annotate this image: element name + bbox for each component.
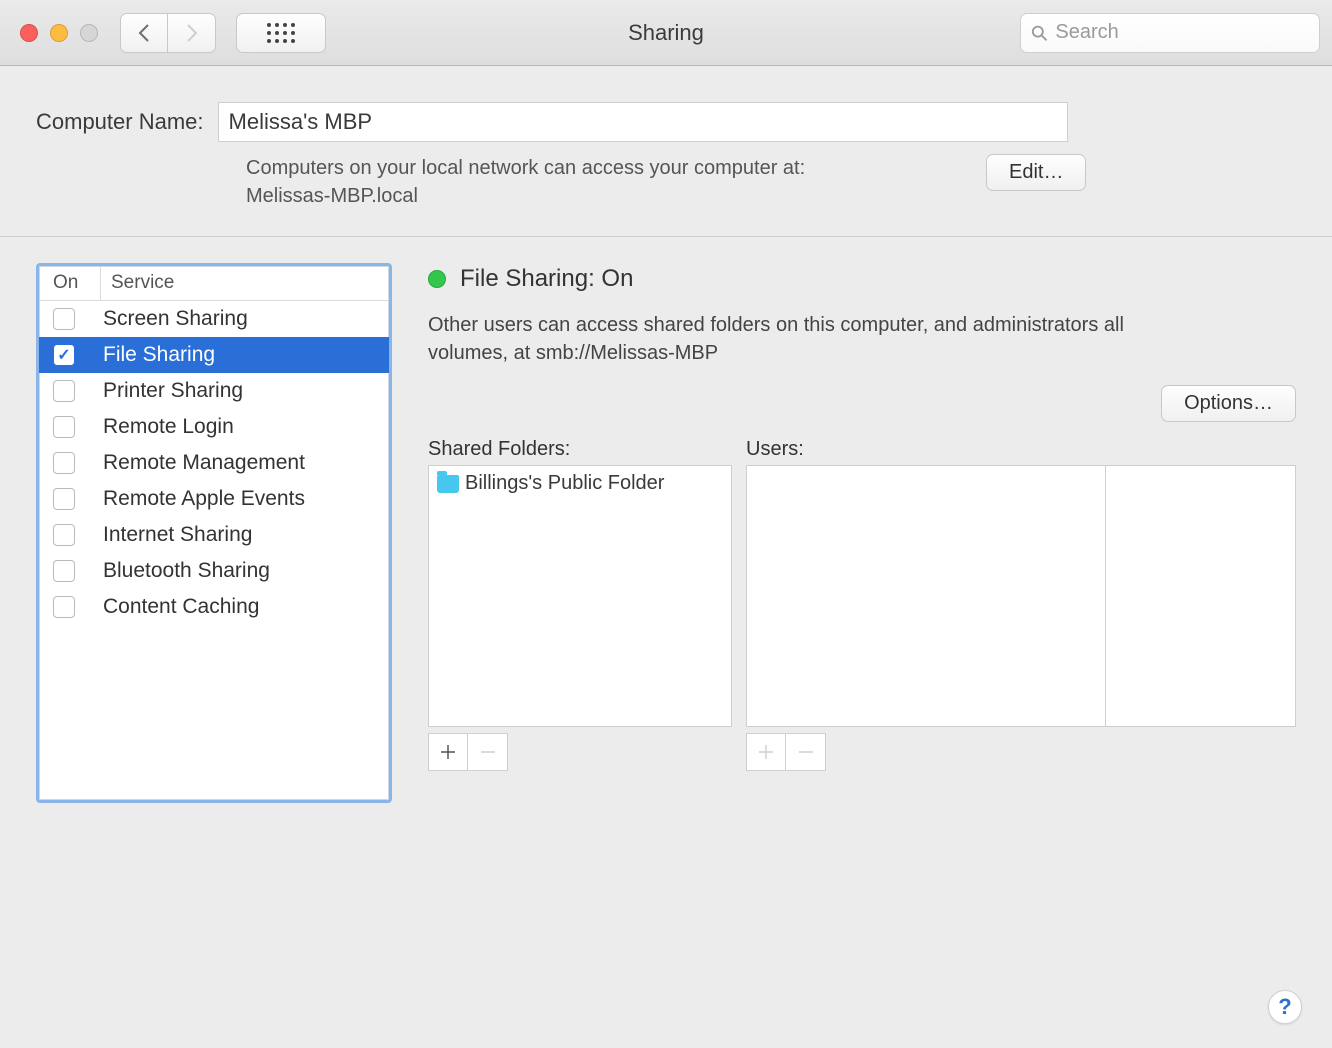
service-label: Screen Sharing <box>103 307 248 331</box>
service-row[interactable]: File Sharing <box>39 337 389 373</box>
chevron-right-icon <box>185 23 199 43</box>
service-label: Remote Management <box>103 451 305 475</box>
service-checkbox[interactable] <box>53 596 75 618</box>
shared-folders-section: Shared Folders: Billings's Public Folder <box>428 438 732 771</box>
add-shared-folder-button[interactable] <box>428 733 468 771</box>
users-section: Users: <box>746 438 1296 771</box>
remove-user-button[interactable] <box>786 733 826 771</box>
shared-folder-name: Billings's Public Folder <box>465 472 664 495</box>
search-icon <box>1031 24 1047 42</box>
service-label: Remote Apple Events <box>103 487 305 511</box>
service-checkbox[interactable] <box>53 344 75 366</box>
computer-name-pane: Computer Name: Computers on your local n… <box>0 66 1332 237</box>
minus-icon <box>797 743 815 761</box>
services-header: On Service <box>39 266 389 301</box>
service-row[interactable]: Printer Sharing <box>39 373 389 409</box>
service-checkbox[interactable] <box>53 380 75 402</box>
status-row: File Sharing: On <box>428 265 1296 293</box>
window-title: Sharing <box>628 20 704 46</box>
window-controls <box>20 24 98 42</box>
service-checkbox[interactable] <box>53 560 75 582</box>
services-list[interactable]: On Service Screen Sharing File Sharing Pri… <box>36 263 392 803</box>
computer-name-input[interactable] <box>218 102 1068 142</box>
help-button[interactable]: ? <box>1268 990 1302 1024</box>
service-checkbox[interactable] <box>53 488 75 510</box>
computer-name-description: Computers on your local network can acce… <box>246 154 966 210</box>
minus-icon <box>479 743 497 761</box>
chevron-left-icon <box>137 23 151 43</box>
computer-name-label: Computer Name: <box>36 109 204 135</box>
grid-icon <box>267 23 295 43</box>
plus-icon <box>757 743 775 761</box>
computer-name-desc-line1: Computers on your local network can acce… <box>246 157 805 179</box>
options-button[interactable]: Options… <box>1161 385 1296 422</box>
services-header-on: On <box>39 266 101 300</box>
show-all-prefs-button[interactable] <box>236 13 326 53</box>
service-checkbox[interactable] <box>53 416 75 438</box>
toolbar: Sharing <box>0 0 1332 66</box>
edit-hostname-button[interactable]: Edit… <box>986 154 1086 191</box>
service-detail: File Sharing: On Other users can access … <box>428 263 1296 771</box>
add-user-button[interactable] <box>746 733 786 771</box>
nav-buttons <box>120 13 216 53</box>
zoom-window-button[interactable] <box>80 24 98 42</box>
forward-button[interactable] <box>168 13 216 53</box>
service-row[interactable]: Bluetooth Sharing <box>39 553 389 589</box>
shared-folders-label: Shared Folders: <box>428 438 732 461</box>
service-row[interactable]: Screen Sharing <box>39 301 389 337</box>
service-label: Printer Sharing <box>103 379 243 403</box>
service-checkbox[interactable] <box>53 524 75 546</box>
service-label: Content Caching <box>103 595 259 619</box>
search-input[interactable] <box>1055 21 1309 44</box>
service-label: Bluetooth Sharing <box>103 559 270 583</box>
service-row[interactable]: Remote Apple Events <box>39 481 389 517</box>
users-label: Users: <box>746 438 1296 461</box>
service-row[interactable]: Content Caching <box>39 589 389 625</box>
users-list[interactable] <box>746 465 1106 727</box>
status-description: Other users can access shared folders on… <box>428 311 1168 367</box>
main-content: On Service Screen Sharing File Sharing Pri… <box>0 237 1332 803</box>
shared-folder-item[interactable]: Billings's Public Folder <box>429 466 731 501</box>
service-row[interactable]: Internet Sharing <box>39 517 389 553</box>
service-label: File Sharing <box>103 343 215 367</box>
status-title: File Sharing: On <box>460 265 633 293</box>
service-label: Internet Sharing <box>103 523 252 547</box>
back-button[interactable] <box>120 13 168 53</box>
users-permissions[interactable] <box>1106 465 1296 727</box>
shared-folders-list[interactable]: Billings's Public Folder <box>428 465 732 727</box>
close-window-button[interactable] <box>20 24 38 42</box>
plus-icon <box>439 743 457 761</box>
search-field[interactable] <box>1020 13 1320 53</box>
service-label: Remote Login <box>103 415 234 439</box>
services-header-service: Service <box>101 266 174 300</box>
folder-icon <box>437 475 459 493</box>
status-indicator-icon <box>428 270 446 288</box>
service-checkbox[interactable] <box>53 308 75 330</box>
minimize-window-button[interactable] <box>50 24 68 42</box>
service-row[interactable]: Remote Login <box>39 409 389 445</box>
service-row[interactable]: Remote Management <box>39 445 389 481</box>
computer-name-desc-line2: Melissas-MBP.local <box>246 185 418 207</box>
remove-shared-folder-button[interactable] <box>468 733 508 771</box>
service-checkbox[interactable] <box>53 452 75 474</box>
